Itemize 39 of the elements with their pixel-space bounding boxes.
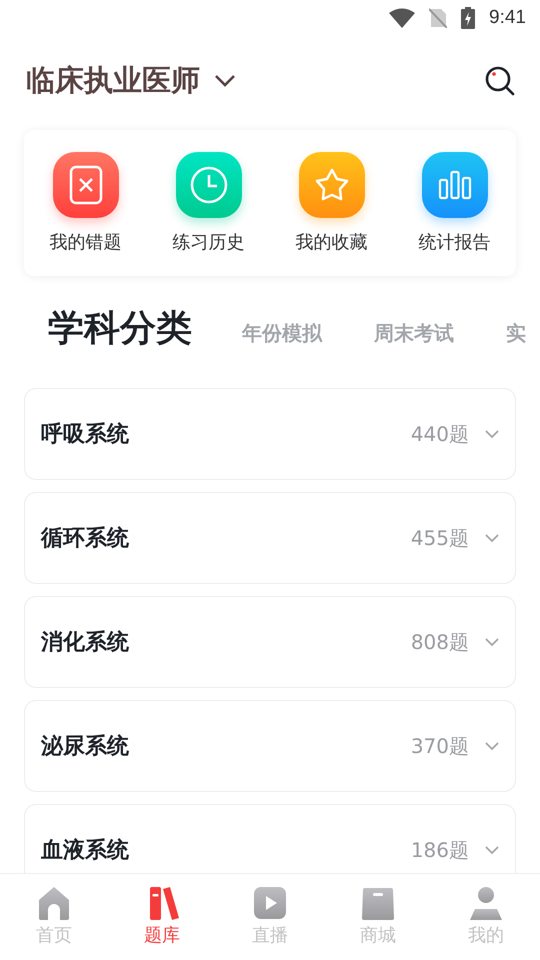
chevron-down-icon	[485, 430, 499, 438]
play-icon	[253, 886, 287, 921]
person-icon	[469, 886, 503, 921]
chevron-down-icon	[485, 846, 499, 854]
subject-name: 泌尿系统	[41, 733, 130, 761]
exam-selector[interactable]: 临床执业医师	[26, 61, 236, 101]
question-count: 455题	[410, 524, 469, 552]
subject-name: 呼吸系统	[41, 421, 130, 449]
subject-row[interactable]: 泌尿系统 370题	[24, 700, 516, 792]
chevron-down-icon	[485, 742, 499, 750]
subject-name: 消化系统	[41, 629, 130, 657]
subject-name: 血液系统	[41, 837, 130, 865]
chevron-down-icon	[485, 534, 499, 542]
chevron-down-icon	[214, 74, 236, 88]
no-sim-icon	[429, 8, 448, 28]
shortcut-item[interactable]: 练习历史	[147, 152, 270, 254]
category-tab[interactable]: 学科分类	[48, 304, 192, 353]
battery-icon	[461, 7, 476, 29]
question-count: 808题	[410, 628, 469, 656]
shortcut-item[interactable]: 我的收藏	[270, 152, 393, 254]
search-icon[interactable]	[484, 65, 516, 97]
clock-icon	[190, 166, 228, 204]
subject-row[interactable]: 循环系统 455题	[24, 492, 516, 584]
shortcut-item[interactable]: 我的错题	[24, 152, 147, 254]
question-count: 186题	[410, 836, 469, 864]
bar-chart-icon	[438, 170, 472, 200]
shortcut-item[interactable]: 统计报告	[393, 152, 516, 254]
question-count: 370题	[410, 732, 469, 760]
subject-row[interactable]: 呼吸系统 440题	[24, 388, 516, 480]
subject-row[interactable]: 消化系统 808题	[24, 596, 516, 688]
status-time: 9:41	[489, 7, 526, 29]
chevron-down-icon	[485, 638, 499, 646]
bag-icon	[361, 886, 395, 921]
wifi-icon	[389, 8, 416, 28]
nav-tab[interactable]: 题库	[108, 874, 216, 960]
x-card-icon	[68, 165, 102, 205]
subject-name: 循环系统	[41, 525, 130, 553]
house-icon	[37, 886, 71, 921]
question-count: 440题	[410, 420, 469, 448]
